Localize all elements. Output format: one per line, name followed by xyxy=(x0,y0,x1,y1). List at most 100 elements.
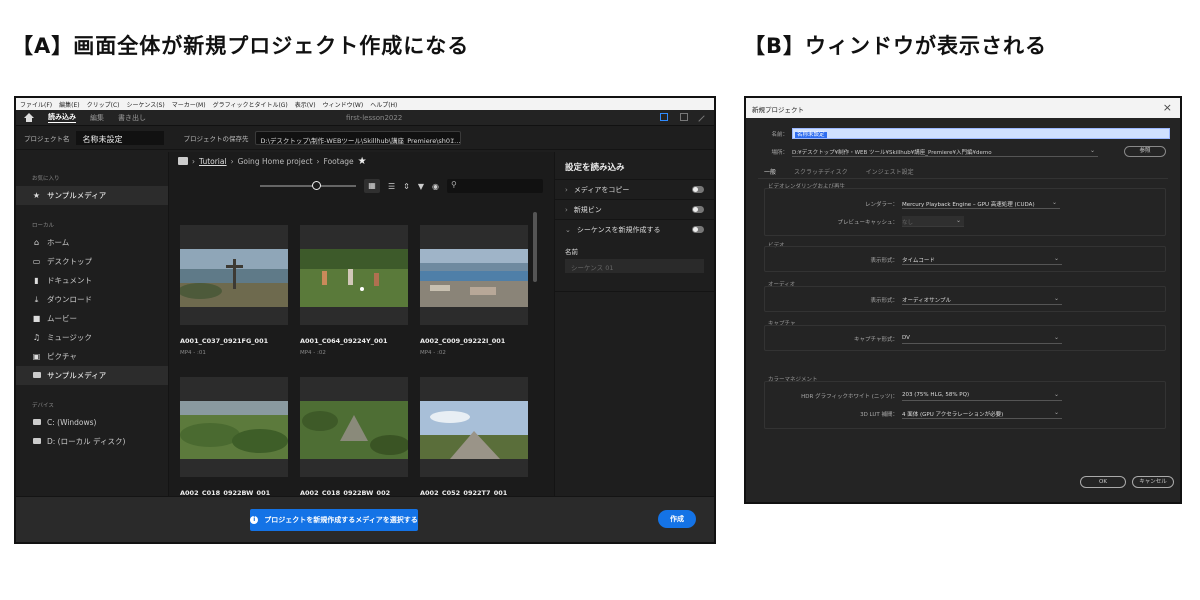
audio-display-select[interactable]: オーディオサンプル ⌄ xyxy=(902,294,1062,305)
monitor-icon: ▭ xyxy=(32,257,41,266)
hdr-select[interactable]: 203 (75% HLG, 58% PQ) ⌄ xyxy=(902,390,1062,401)
location-select[interactable]: D:¥デスクトップ¥制作・WEB ツール¥Skillhub¥講座_Premier… xyxy=(792,146,1098,157)
thumbnail-size-slider[interactable] xyxy=(260,181,356,190)
menu-clip[interactable]: クリップ(C) xyxy=(87,100,120,109)
media-card[interactable]: A002_C018_0922BW_001 xyxy=(180,377,288,502)
menu-view[interactable]: 表示(V) xyxy=(295,100,316,109)
media-card[interactable]: A002_C052_0922T7_001 xyxy=(420,377,528,502)
capture-select[interactable]: DV ⌄ xyxy=(902,333,1062,344)
breadcrumb-separator: › xyxy=(192,157,195,166)
sidebar-item-drive-d[interactable]: D: (ローカル ディスク) xyxy=(16,432,168,451)
new-bin-row[interactable]: › 新規ビン xyxy=(555,200,714,220)
video-rendering-group xyxy=(764,188,1166,236)
list-view-icon[interactable]: ☰ xyxy=(388,182,395,191)
media-card[interactable]: A001_C037_0921FG_001 MP4 - :01 xyxy=(180,225,288,356)
premiere-import-screen: ファイル(F) 編集(E) クリップ(C) シーケンス(S) マーカー(M) グ… xyxy=(14,96,716,544)
chevron-down-icon: ⌄ xyxy=(1053,391,1059,398)
ok-button[interactable]: OK xyxy=(1080,476,1126,488)
project-name-field[interactable]: 名称未設定 xyxy=(792,128,1170,139)
cancel-button[interactable]: キャンセル xyxy=(1132,476,1174,488)
create-sequence-label: シーケンスを新規作成する xyxy=(576,226,661,234)
sidebar-item-movies[interactable]: ■ ムービー xyxy=(16,309,168,328)
media-card[interactable]: A002_C018_0922BW_002 xyxy=(300,377,408,502)
chevron-down-icon: ⌄ xyxy=(565,226,571,234)
media-meta: MP4 - :01 xyxy=(180,350,206,356)
project-name-input[interactable]: 名称未設定 xyxy=(75,130,164,145)
breadcrumb-tutorial[interactable]: Tutorial xyxy=(199,157,227,166)
media-thumbnail[interactable] xyxy=(300,225,408,325)
sidebar-item-music[interactable]: ♫ ミュージック xyxy=(16,328,168,347)
menu-graphics[interactable]: グラフィックとタイトル(G) xyxy=(213,100,288,109)
sidebar-item-drive-c[interactable]: C: (Windows) xyxy=(16,413,168,432)
close-icon[interactable]: × xyxy=(1163,101,1172,114)
new-bin-toggle[interactable] xyxy=(692,206,704,213)
chevron-down-icon: ⌄ xyxy=(1089,147,1095,154)
browse-button[interactable]: 参照 xyxy=(1124,146,1166,157)
video-display-select[interactable]: タイムコード ⌄ xyxy=(902,254,1062,265)
menu-help[interactable]: ヘルプ(H) xyxy=(370,100,397,109)
tab-edit[interactable]: 編集 xyxy=(90,113,104,123)
media-thumbnail[interactable] xyxy=(420,377,528,477)
media-thumbnail[interactable] xyxy=(180,225,288,325)
sidebar-item-downloads[interactable]: ⤓ ダウンロード xyxy=(16,290,168,309)
save-location-select[interactable]: D:\デスクトップ\制作-WEBツール\Skillhub\講座_Premiere… xyxy=(254,130,461,145)
media-thumbnail[interactable] xyxy=(420,225,528,325)
renderer-select[interactable]: Mercury Playback Engine – GPU 高速処理 (CUDA… xyxy=(902,198,1060,209)
audio-display-label: 表示形式： xyxy=(870,297,898,304)
menu-window[interactable]: ウィンドウ(W) xyxy=(323,100,364,109)
lake-town-image xyxy=(420,249,528,307)
menu-sequence[interactable]: シーケンス(S) xyxy=(127,100,165,109)
chevron-down-icon: ⌄ xyxy=(1053,334,1059,341)
eye-icon[interactable]: ◉ xyxy=(432,182,439,191)
project-name-label: プロジェクト名 xyxy=(24,134,70,143)
save-location-value: D:\デスクトップ\制作-WEBツール\Skillhub\講座_Premiere… xyxy=(260,136,461,145)
folder-icon[interactable] xyxy=(178,156,188,167)
sidebar-item-documents[interactable]: ▮ ドキュメント xyxy=(16,271,168,290)
location-label: 場所： xyxy=(771,149,788,156)
slider-knob[interactable] xyxy=(312,181,321,190)
scrollbar[interactable] xyxy=(533,212,537,282)
media-card[interactable]: A001_C064_09224Y_001 MP4 - :02 xyxy=(300,225,408,356)
home-icon[interactable] xyxy=(24,112,34,123)
search-input[interactable]: ⚲ xyxy=(447,179,544,193)
create-sequence-row[interactable]: ⌄ シーケンスを新規作成する xyxy=(555,220,714,240)
create-button[interactable]: 作成 xyxy=(658,510,696,528)
sidebar-item-sample-media[interactable]: サンプルメディア xyxy=(16,366,168,385)
quick-export-icon[interactable] xyxy=(680,113,688,121)
breadcrumb-going-home[interactable]: Going Home project xyxy=(238,157,313,166)
sidebar-item-home[interactable]: ⌂ ホーム xyxy=(16,233,168,252)
menu-marker[interactable]: マーカー(M) xyxy=(172,100,206,109)
menu-file[interactable]: ファイル(F) xyxy=(20,100,52,109)
star-icon[interactable]: ★ xyxy=(358,156,367,167)
filter-icon[interactable]: ▼ xyxy=(418,182,424,191)
copy-media-row[interactable]: › メディアをコピー xyxy=(555,180,714,200)
lut-label: 3D LUT 補間： xyxy=(860,411,898,418)
menu-edit[interactable]: 編集(E) xyxy=(59,100,79,109)
media-card[interactable]: A002_C009_09222I_001 MP4 - :02 xyxy=(420,225,528,356)
workspace-icon[interactable] xyxy=(660,113,668,121)
sidebar: お気に入り ★ サンプルメディア ローカル ⌂ ホーム ▭ デスクトップ ▮ ド… xyxy=(16,152,169,496)
video-display-value: タイムコード xyxy=(902,258,935,264)
sidebar-item-desktop[interactable]: ▭ デスクトップ xyxy=(16,252,168,271)
sequence-name-input[interactable]: シーケンス 01 xyxy=(565,259,704,273)
preview-cache-select: なし ⌄ xyxy=(902,216,964,227)
select-media-button[interactable]: i プロジェクトを新規作成するメディアを選択する xyxy=(250,509,418,531)
grid-view-icon[interactable]: ▦ xyxy=(364,179,380,193)
create-sequence-toggle[interactable] xyxy=(692,226,704,233)
sort-icon[interactable]: ⇕ xyxy=(403,182,410,191)
media-thumbnail[interactable] xyxy=(300,377,408,477)
expand-icon[interactable] xyxy=(698,115,710,127)
media-thumbnail[interactable] xyxy=(180,377,288,477)
tab-export[interactable]: 書き出し xyxy=(118,113,146,123)
title-bar: 読み込み 編集 書き出し first-lesson2022 xyxy=(16,110,714,127)
sidebar-item-pictures[interactable]: ▣ ピクチャ xyxy=(16,347,168,366)
project-bar: プロジェクト名 名称未設定 プロジェクトの保存先 D:\デスクトップ\制作-WE… xyxy=(16,126,714,150)
sidebar-item-label: ミュージック xyxy=(47,333,92,342)
project-name-value: 名称未設定 xyxy=(795,132,827,138)
breadcrumb-separator: › xyxy=(316,157,320,166)
sidebar-item-sample-media-fav[interactable]: ★ サンプルメディア xyxy=(16,186,168,205)
tab-import[interactable]: 読み込み xyxy=(48,112,76,123)
lut-select[interactable]: 4 面体 (GPU アクセラレーションが必要) ⌄ xyxy=(902,408,1062,419)
capture-label: キャプチャ形式： xyxy=(854,336,898,343)
copy-media-toggle[interactable] xyxy=(692,186,704,193)
